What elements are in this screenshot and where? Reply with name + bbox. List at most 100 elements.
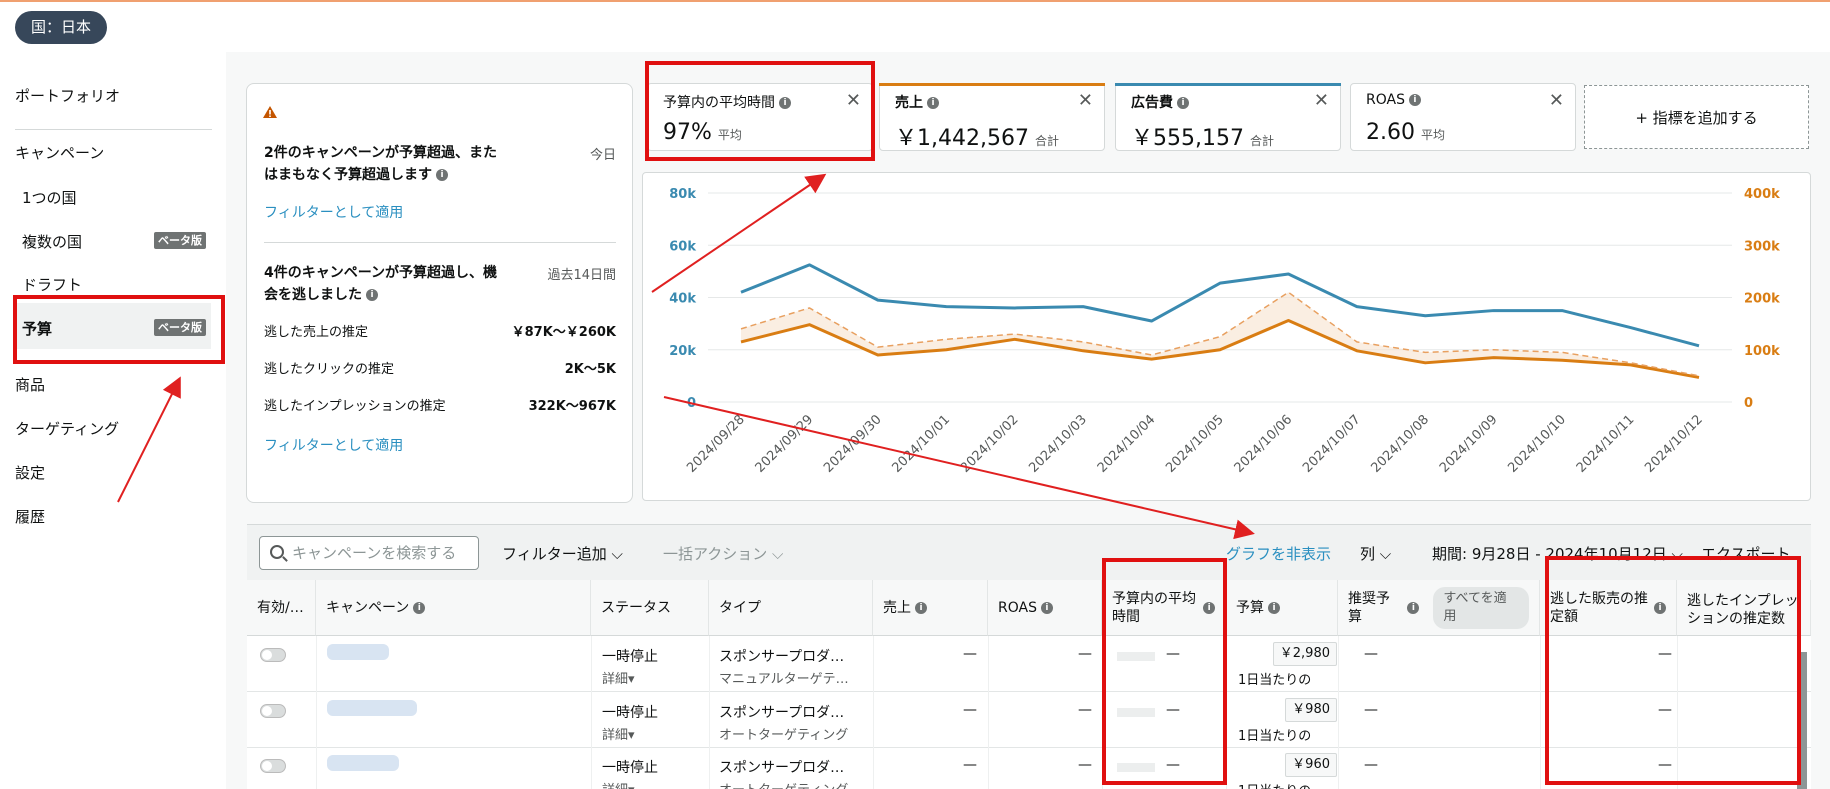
status-text: 一時停止 (602, 649, 658, 665)
status-text: 一時停止 (602, 705, 658, 721)
info-icon[interactable]: i (1654, 601, 1666, 614)
y-tick-label-left: 20k (669, 344, 696, 359)
budget-input[interactable]: ￥960 (1285, 753, 1337, 777)
y-tick-label-right: 100k (1744, 344, 1780, 359)
date-range-picker[interactable]: 期間: 9月28日 - 2024年10月12日 ⌵ (1432, 543, 1683, 564)
info-icon[interactable]: i (915, 601, 927, 614)
column-header[interactable]: 逃した販売の推定額 i (1540, 580, 1677, 636)
sidebar-item-portfolio[interactable]: ポートフォリオ (15, 85, 120, 106)
columns-button[interactable]: 列 ⌵ (1360, 543, 1391, 564)
search-input[interactable]: キャンペーンを検索する (259, 536, 479, 570)
metric-card-ad-spend[interactable]: 広告費 i ￥555,157 合計 ✕ (1115, 83, 1341, 151)
campaign-enable-toggle[interactable] (260, 648, 286, 662)
info-icon[interactable]: i (1040, 601, 1053, 614)
x-tick-label: 2024/10/10 (1505, 412, 1569, 476)
scrollbar[interactable] (1797, 652, 1807, 789)
add-filter-button[interactable]: フィルター追加 ⌵ (502, 543, 623, 564)
metric-value: ￥555,157 (1131, 126, 1244, 151)
roas-value: — (1078, 702, 1092, 718)
details-toggle[interactable]: 詳細▾ (602, 779, 635, 789)
sidebar-item-products[interactable]: 商品 (15, 374, 45, 395)
close-icon[interactable]: ✕ (1549, 90, 1564, 111)
sidebar-item-targeting[interactable]: ターゲティング (15, 418, 119, 439)
metric-card-roas[interactable]: ROAS i 2.60 平均 ✕ (1350, 83, 1576, 151)
x-tick-label: 2024/10/03 (1026, 412, 1090, 476)
column-header[interactable]: 逃したインプレッションの推定数 (1677, 580, 1811, 636)
budget-input[interactable]: ￥980 (1285, 698, 1337, 722)
info-icon[interactable]: i (779, 97, 791, 109)
info-icon[interactable]: i (1407, 601, 1420, 614)
details-toggle[interactable]: 詳細▾ (602, 724, 635, 743)
campaign-enable-toggle[interactable] (260, 759, 286, 773)
column-header[interactable]: 有効/… (247, 580, 316, 636)
apply-filter-link[interactable]: フィルターとして適用 (264, 435, 403, 455)
column-header[interactable]: 予算 i (1226, 580, 1338, 636)
sidebar-item-budget[interactable]: 予算 (22, 318, 52, 339)
sales-value: — (963, 757, 977, 773)
campaign-name-redacted[interactable] (327, 700, 417, 716)
export-button[interactable]: エクスポート (1701, 543, 1791, 564)
apply-all-button[interactable]: すべてを適用 (1433, 586, 1529, 629)
column-header[interactable]: ROAS i (988, 580, 1102, 636)
metric-title: 売上 (895, 95, 923, 111)
series-area (741, 292, 1699, 378)
x-tick-label: 2024/09/30 (821, 412, 885, 476)
sidebar-item-history[interactable]: 履歴 (15, 506, 45, 527)
y-tick-label-left: 40k (669, 292, 696, 307)
close-icon[interactable]: ✕ (1078, 90, 1093, 111)
hide-graph-link[interactable]: グラフを非表示 (1226, 543, 1331, 564)
info-icon[interactable]: i (1408, 94, 1421, 106)
budget-period: 1日当たりの (1238, 729, 1312, 744)
column-divider (988, 636, 989, 789)
estimate-value: 2K～5K (564, 362, 616, 377)
metric-card-avg-time[interactable]: 予算内の平均時間 i 97% 平均 ✕ (647, 83, 873, 151)
sidebar-item-single-country[interactable]: 1つの国 (22, 187, 77, 208)
sidebar-item-campaigns[interactable]: キャンペーン (15, 142, 104, 163)
sidebar-item-drafts[interactable]: ドラフト (22, 274, 82, 295)
column-header[interactable]: 推奨予算 i すべてを適用 (1338, 580, 1540, 636)
campaign-enable-toggle[interactable] (260, 704, 286, 718)
estimate-label: 逃した売上の推定 (264, 325, 369, 340)
line-chart: 80k 400k60k 300k40k 200k20k 100k0 02024/09/28… (669, 187, 1780, 476)
type-text: スポンサープロダ… (719, 705, 845, 721)
campaign-name-redacted[interactable] (327, 644, 389, 660)
column-divider (1540, 636, 1541, 789)
subtype-text: マニュアルターゲテ… (719, 672, 849, 687)
info-icon[interactable]: i (1177, 97, 1189, 109)
column-header[interactable]: タイプ (709, 580, 873, 636)
details-toggle[interactable]: 詳細▾ (602, 668, 635, 687)
bulk-action-button[interactable]: 一括アクション ⌵ (663, 543, 783, 564)
campaign-name-redacted[interactable] (327, 755, 399, 771)
column-divider (1338, 636, 1339, 789)
info-icon[interactable]: i (366, 289, 378, 301)
info-icon[interactable]: i (436, 169, 448, 181)
sidebar-item-settings[interactable]: 設定 (15, 462, 45, 483)
info-icon[interactable]: i (413, 601, 426, 614)
apply-filter-link[interactable]: フィルターとして適用 (264, 202, 403, 222)
metric-value: 97% (663, 120, 712, 145)
sidebar-item-multi-country[interactable]: 複数の国 (22, 231, 82, 252)
metric-unit: 平均 (1420, 128, 1445, 142)
close-icon[interactable]: ✕ (1314, 90, 1329, 111)
avg-time-value: — (1166, 702, 1180, 718)
column-header[interactable]: 売上 i (873, 580, 988, 636)
info-icon[interactable]: i (1268, 601, 1280, 614)
column-divider (1677, 636, 1678, 789)
column-header[interactable]: ステータス (591, 580, 709, 636)
budget-input[interactable]: ￥2,980 (1272, 642, 1337, 666)
estimate-value: 322K～967K (528, 399, 616, 414)
country-selector[interactable]: 国：日本 (15, 11, 107, 44)
info-icon[interactable]: i (927, 97, 939, 109)
info-icon[interactable]: i (1203, 601, 1215, 614)
metric-card-sales[interactable]: 売上 i ￥1,442,567 合計 ✕ (879, 83, 1105, 151)
x-tick-label: 2024/10/08 (1369, 412, 1433, 476)
column-header[interactable]: キャンペーン i (316, 580, 591, 636)
metric-color-bar (879, 83, 1105, 86)
close-icon[interactable]: ✕ (846, 90, 861, 111)
alert-title: 2件のキャンペーンが予算超過、またはまもなく予算超過します i (264, 145, 498, 183)
beta-badge: ベータ版 (154, 319, 206, 336)
add-metric-button[interactable]: + 指標を追加する (1584, 85, 1809, 149)
x-tick-label: 2024/10/11 (1574, 412, 1638, 476)
x-tick-label: 2024/10/06 (1232, 412, 1296, 476)
column-header[interactable]: 予算内の平均時間 i (1102, 580, 1226, 636)
